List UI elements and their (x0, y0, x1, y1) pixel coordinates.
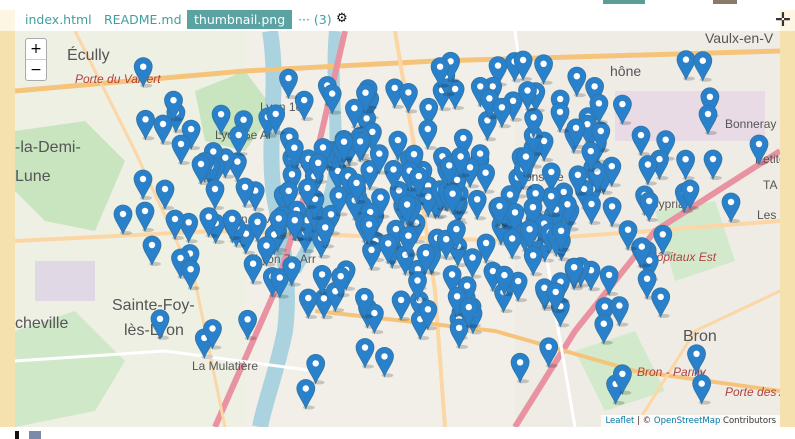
panel-icon[interactable] (29, 431, 41, 439)
zoom-control: + − (25, 38, 47, 81)
tab-readme-md[interactable]: README.md (97, 10, 189, 29)
gear-icon[interactable]: ⚙ (336, 11, 348, 26)
map-label: cheville (15, 315, 68, 332)
map-label: Sainte-Foy- (112, 297, 195, 314)
map-label: Écully (67, 45, 110, 64)
zoom-out-button[interactable]: − (26, 59, 46, 80)
tab-thumbnail-png[interactable]: thumbnail.png (187, 10, 293, 29)
bottom-bar (0, 427, 795, 439)
toolbar-button-partial[interactable] (603, 0, 645, 4)
attribution-separator: | © (634, 416, 654, 426)
avatar[interactable] (713, 0, 737, 4)
attribution-contributors: Contributors (720, 416, 776, 426)
top-strip (0, 0, 795, 10)
tab-index-html[interactable]: index.html (18, 10, 99, 29)
map-label: Lune (15, 168, 51, 185)
map-label: Vaulx-en-V (705, 31, 774, 46)
map-attribution: Leaflet | © OpenStreetMap Contributors (601, 415, 780, 427)
osm-link[interactable]: OpenStreetMap (654, 416, 720, 426)
map-label: Bron (683, 328, 717, 345)
map-label: La Mulatière (192, 359, 258, 373)
tab-overflow-button[interactable]: ··· (3) (291, 10, 339, 29)
file-tab-bar: index.html README.md thumbnail.png ··· (… (15, 9, 791, 31)
cursor-marker (15, 431, 19, 439)
leaflet-link[interactable]: Leaflet (605, 416, 634, 426)
map-view[interactable]: Écully Porte du Valvert Vaulx-en-V Lyon … (15, 31, 780, 427)
map-label: Bonneray (725, 117, 776, 131)
right-gutter (780, 31, 795, 427)
map-label: -la-Demi- (15, 139, 81, 156)
map-label: hône (610, 63, 641, 79)
map-canvas[interactable]: Écully Porte du Valvert Vaulx-en-V Lyon … (15, 31, 780, 427)
left-gutter (0, 31, 15, 427)
map-label: Porte des A (725, 385, 780, 399)
zoom-in-button[interactable]: + (26, 39, 46, 59)
map-label: TA (763, 178, 777, 192)
add-tab-button[interactable]: ✛ (775, 9, 791, 31)
map-label: Les 7 (757, 208, 780, 222)
